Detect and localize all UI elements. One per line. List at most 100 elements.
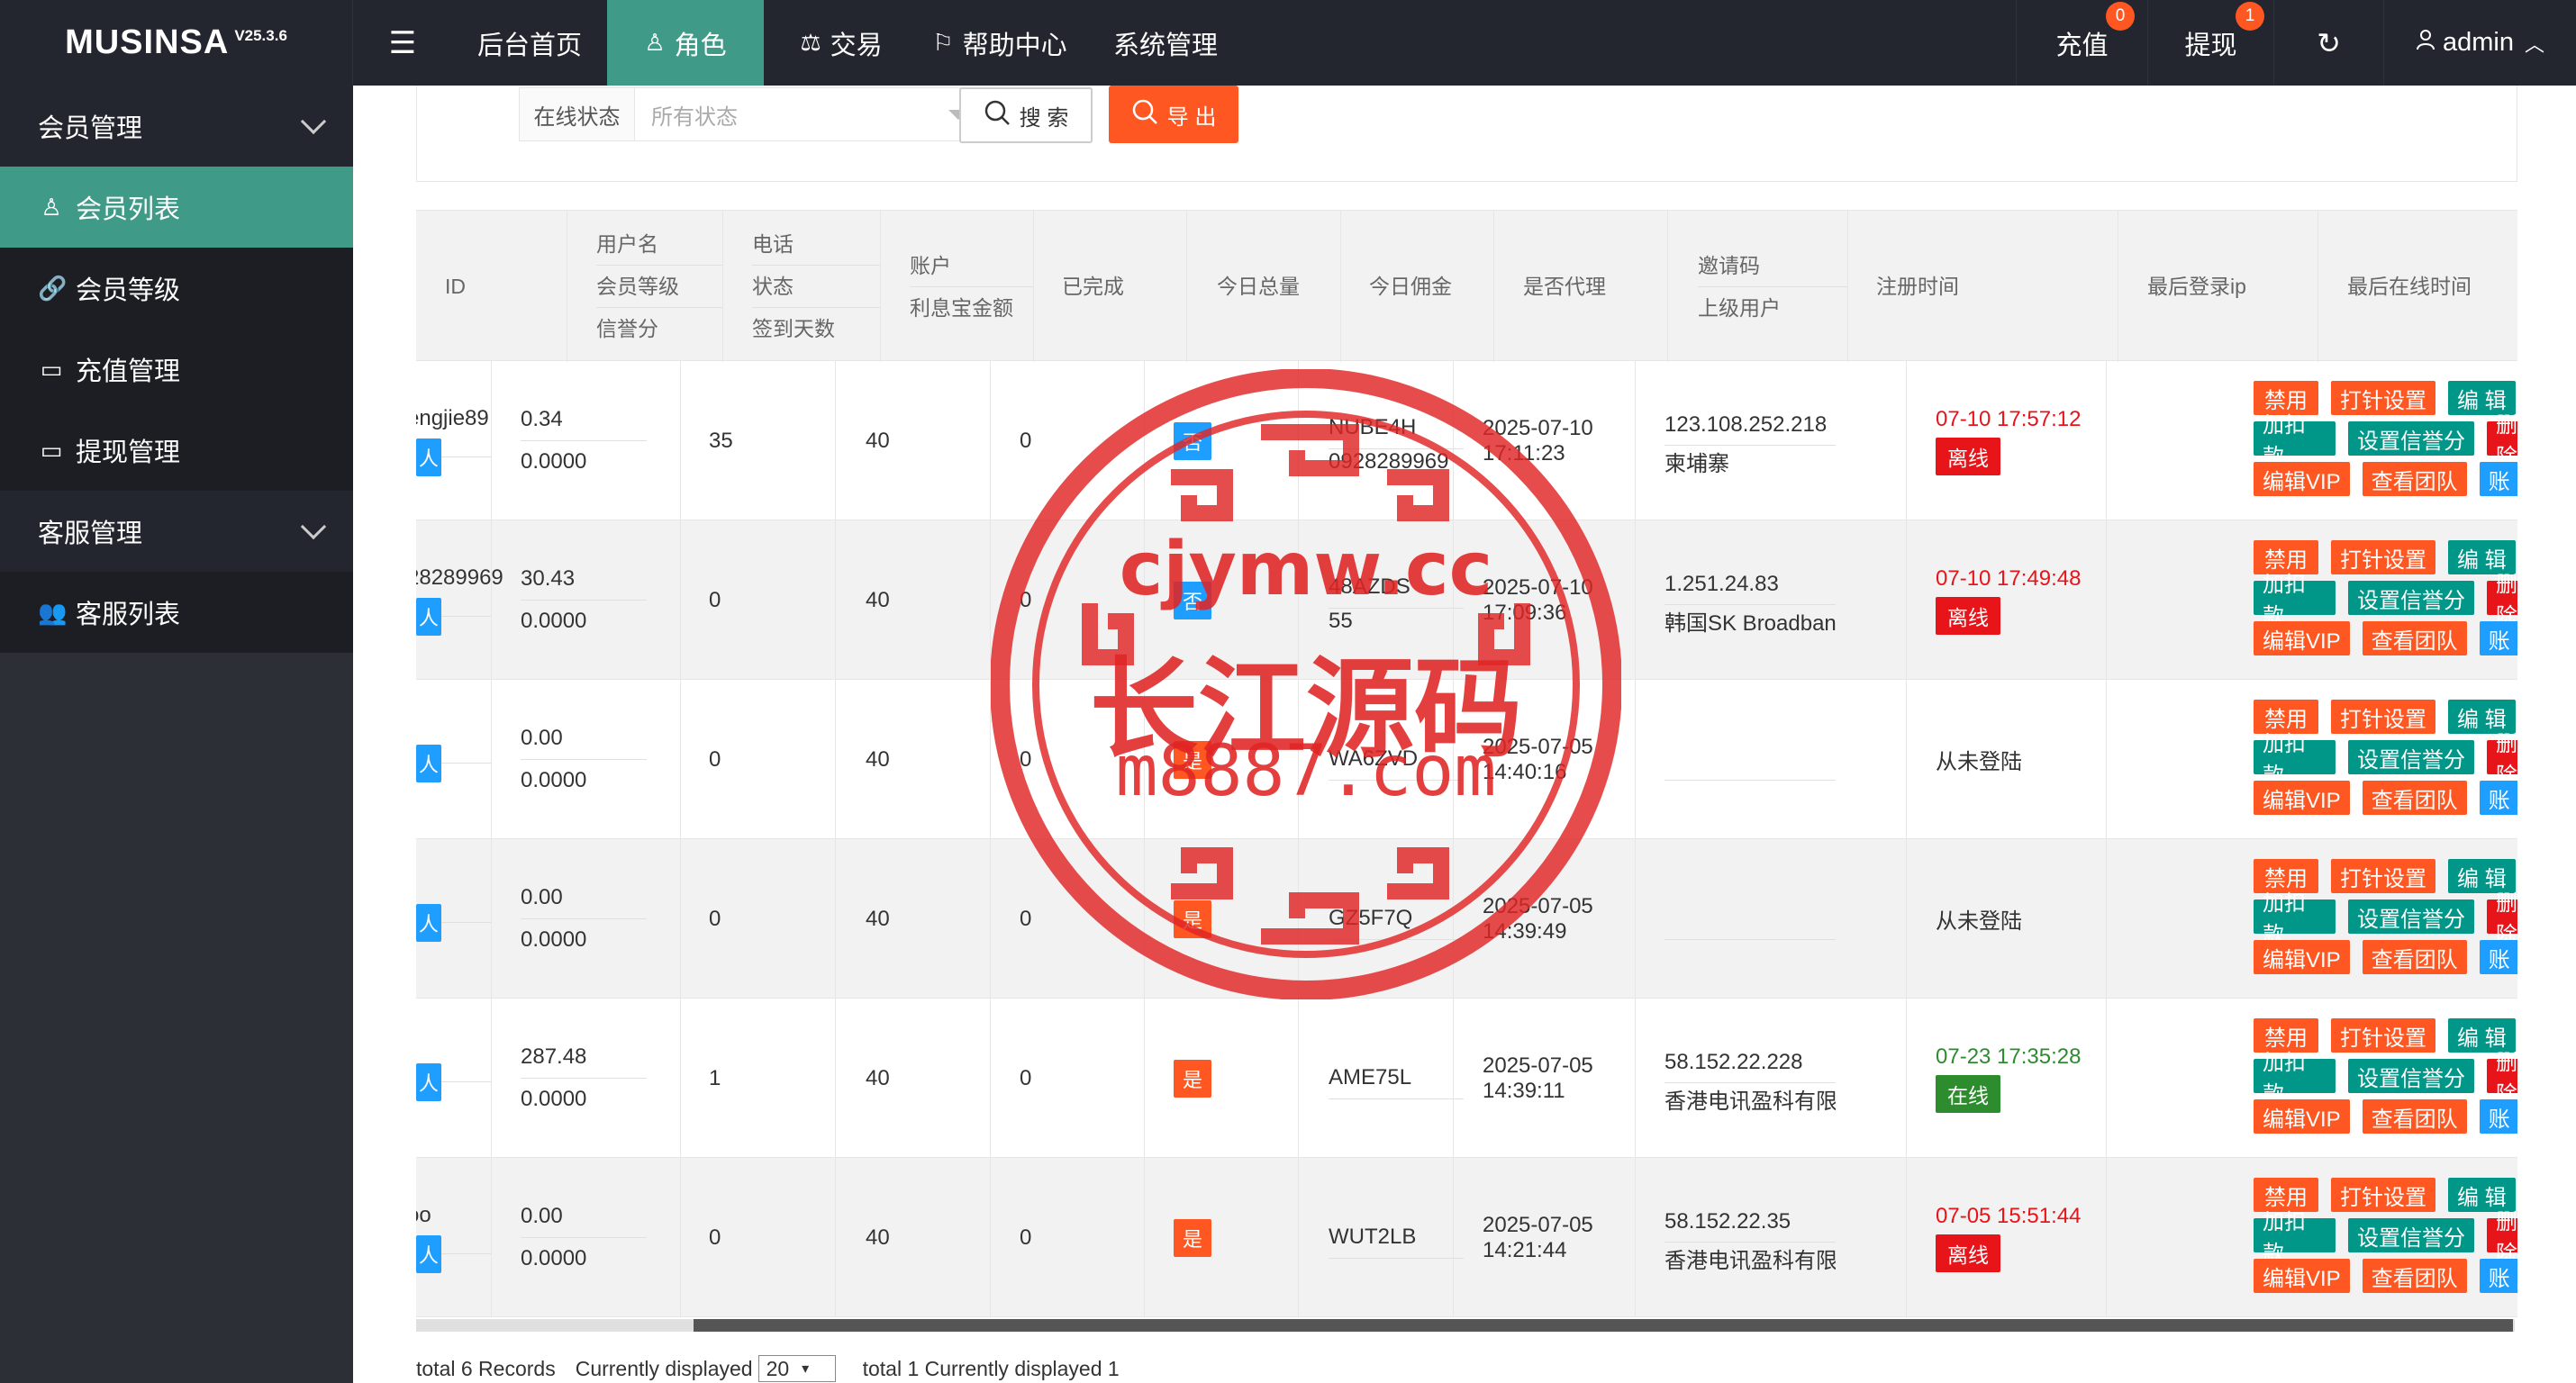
menu-toggle-icon[interactable]: ☰ (353, 0, 452, 86)
top-nav-label: 帮助中心 (962, 31, 1067, 60)
th-user-line: 会员等级 (596, 266, 722, 308)
refresh-icon[interactable]: ↻ (2273, 0, 2383, 86)
pagination: total 6 Records Currently displayed 20 ▾… (416, 1355, 1120, 1382)
logo[interactable]: MUSINSA V25.3.6 (0, 0, 353, 86)
delete-button[interactable]: 删 除 (2487, 891, 2517, 947)
credit-button[interactable]: 设置信誉分 (2348, 740, 2475, 774)
chevron-down-icon (300, 513, 327, 540)
needle-button[interactable]: 打针设置 (2331, 700, 2435, 734)
needle-button[interactable]: 打针设置 (2331, 540, 2435, 574)
team-button[interactable]: 查看团队 (2362, 1259, 2467, 1293)
action-row: 加扣款 设置信誉分删 除 (2254, 1051, 2517, 1107)
agent-tag[interactable]: 是 (1174, 899, 1211, 938)
user-tag[interactable]: 人 (416, 597, 491, 636)
online-status-select[interactable]: 所有状态 (635, 88, 986, 140)
team-button[interactable]: 查看团队 (2362, 781, 2467, 815)
top-nav-item[interactable]: ⚐ 帮助中心 (919, 0, 1081, 86)
today-total: 0 (1020, 1225, 1032, 1250)
team-button[interactable]: 查看团队 (2362, 621, 2467, 655)
credit-button[interactable]: 设置信誉分 (2348, 581, 2475, 615)
user-tag-label: 人 (416, 597, 441, 636)
team-button[interactable]: 查看团队 (2362, 462, 2467, 496)
user-tag[interactable]: 人 (416, 903, 491, 942)
needle-button[interactable]: 打针设置 (2331, 1018, 2435, 1053)
page-size-select[interactable]: 20 ▾ (757, 1355, 836, 1382)
invite-code: WUT2LB (1329, 1217, 1464, 1259)
vip-button[interactable]: 编辑VIP (2254, 462, 2350, 496)
withdraw-button[interactable]: 提现 1 (2147, 0, 2273, 86)
sidebar-item[interactable]: ▭ 充值管理 (0, 329, 353, 410)
needle-button[interactable]: 打针设置 (2331, 1178, 2435, 1212)
user-menu[interactable]: admin ︿ (2383, 0, 2576, 86)
action-row: 加扣款 设置信誉分删 除 (2254, 573, 2517, 628)
action-row: 加扣款 设置信誉分删 除 (2254, 1210, 2517, 1266)
sidebar-item[interactable]: 👥 客服列表 (0, 572, 353, 653)
sidebar-item[interactable]: 🔗 会员等级 (0, 248, 353, 329)
cell-reg: 2025-07-05 14:39:49 (1454, 839, 1636, 999)
agent-tag[interactable]: 是 (1174, 1059, 1211, 1098)
search-button[interactable]: 搜 索 (959, 87, 1093, 143)
chevron-down-icon (300, 108, 327, 135)
agent-tag[interactable]: 否 (1174, 421, 1211, 460)
ledger-button[interactable]: 账 变 (2479, 462, 2517, 496)
sidebar-group[interactable]: 客服管理 (0, 491, 353, 572)
ledger-button[interactable]: 账 变 (2479, 1099, 2517, 1134)
sidebar-item[interactable]: ♙ 会员列表 (0, 167, 353, 248)
adjust-button[interactable]: 加扣款 (2254, 732, 2336, 788)
team-button[interactable]: 查看团队 (2362, 1099, 2467, 1134)
vip-button[interactable]: 编辑VIP (2254, 781, 2350, 815)
credit-button[interactable]: 设置信誉分 (2348, 899, 2475, 934)
user-tag[interactable]: 人 (416, 1062, 491, 1101)
cell-user-id: 人 (416, 839, 492, 999)
chevron-down-icon: ▾ (802, 1361, 810, 1377)
cell-user: 30.43 0.0000 (492, 520, 681, 680)
sidebar-item[interactable]: ▭ 提现管理 (0, 410, 353, 491)
cell-agent: 否 (1145, 361, 1299, 520)
team-button[interactable]: 查看团队 (2362, 940, 2467, 974)
user-tag[interactable]: 人 (416, 438, 491, 476)
vip-button[interactable]: 编辑VIP (2254, 621, 2350, 655)
action-row: 编辑VIP 查看团队账 变 (2254, 940, 2517, 981)
recharge-button[interactable]: 充值 0 (2016, 0, 2147, 86)
sidebar-item-label: 客服列表 (76, 601, 181, 629)
top-nav-item[interactable]: 系统管理 (1081, 0, 1250, 86)
top-nav-item[interactable]: ♙ 角色 (607, 0, 764, 86)
ledger-button[interactable]: 账 变 (2479, 940, 2517, 974)
top-nav-item[interactable]: 后台首页 (452, 0, 607, 86)
agent-tag[interactable]: 是 (1174, 1218, 1211, 1257)
export-button[interactable]: 导 出 (1109, 86, 1238, 143)
sidebar-group[interactable]: 会员管理 (0, 86, 353, 167)
credit-button[interactable]: 设置信誉分 (2348, 1059, 2475, 1093)
interest: 0.0000 (521, 608, 587, 633)
adjust-button[interactable]: 加扣款 (2254, 1051, 2336, 1107)
vip-button[interactable]: 编辑VIP (2254, 1259, 2350, 1293)
credit-button[interactable]: 设置信誉分 (2348, 1218, 2475, 1252)
adjust-button[interactable]: 加扣款 (2254, 1210, 2336, 1266)
username: 28289969 (416, 565, 503, 590)
scrollbar-thumb[interactable] (694, 1319, 2513, 1332)
adjust-button[interactable]: 加扣款 (2254, 891, 2336, 947)
delete-button[interactable]: 删 除 (2487, 732, 2517, 788)
credit-button[interactable]: 设置信誉分 (2348, 421, 2475, 456)
adjust-button[interactable]: 加扣款 (2254, 413, 2336, 469)
delete-button[interactable]: 删 除 (2487, 1051, 2517, 1107)
user-tag[interactable]: 人 (416, 1234, 491, 1273)
sign-days: 0 (709, 1225, 721, 1250)
ledger-button[interactable]: 账 变 (2479, 781, 2517, 815)
horizontal-scrollbar[interactable] (416, 1319, 2515, 1332)
ledger-button[interactable]: 账 变 (2479, 621, 2517, 655)
needle-button[interactable]: 打针设置 (2331, 381, 2435, 415)
ledger-button[interactable]: 账 变 (2479, 1259, 2517, 1293)
delete-button[interactable]: 删 除 (2487, 573, 2517, 628)
delete-button[interactable]: 删 除 (2487, 413, 2517, 469)
vip-button[interactable]: 编辑VIP (2254, 940, 2350, 974)
vip-button[interactable]: 编辑VIP (2254, 1099, 2350, 1134)
needle-button[interactable]: 打针设置 (2331, 859, 2435, 893)
delete-button[interactable]: 删 除 (2487, 1210, 2517, 1266)
top-nav-item[interactable]: ⚖ 交易 (764, 0, 919, 86)
watermark-text-1: cjymw.cc (1119, 527, 1493, 612)
online-status-filter[interactable]: 在线状态 所有状态 (519, 87, 987, 141)
user-tag[interactable]: 人 (416, 744, 491, 782)
adjust-button[interactable]: 加扣款 (2254, 573, 2336, 628)
last-ip: 58.152.22.228 (1664, 1042, 1836, 1083)
